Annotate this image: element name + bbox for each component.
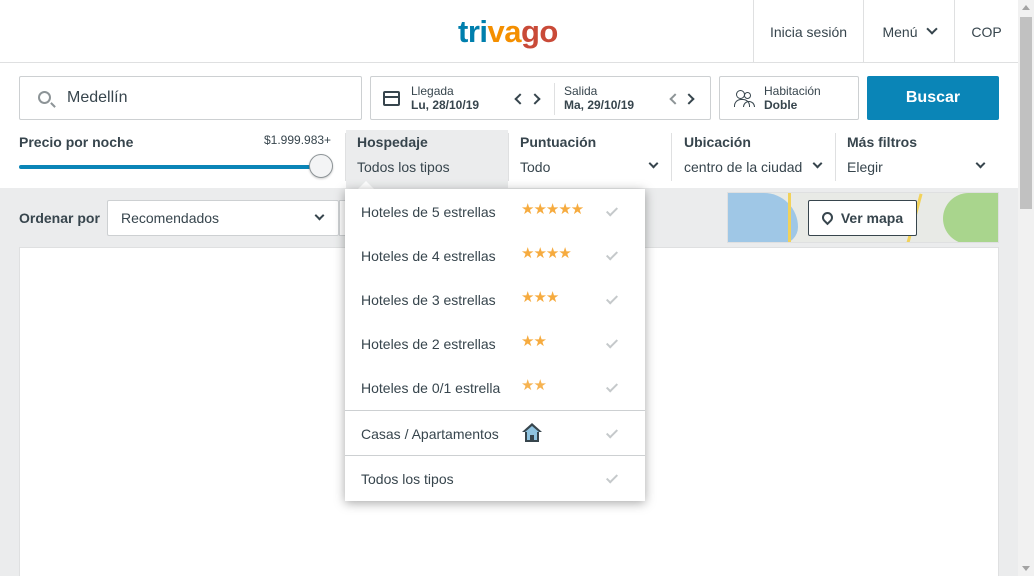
currency-label: COP bbox=[971, 23, 1002, 40]
checkin-prev-arrow-icon[interactable] bbox=[514, 93, 526, 105]
option-label: Todos los tipos bbox=[361, 471, 454, 487]
lodging-option-houses[interactable]: Casas / Apartamentos bbox=[345, 411, 645, 455]
menu-button[interactable]: Menú bbox=[863, 0, 954, 63]
check-icon bbox=[605, 292, 619, 305]
location-value[interactable]: centro de la ciudad bbox=[684, 159, 802, 175]
checkout-value[interactable]: Ma, 29/10/19 bbox=[564, 98, 634, 112]
star-rating-icon: ★★★ bbox=[521, 289, 559, 306]
room-label: Habitación bbox=[764, 84, 821, 98]
sort-value: Recomendados bbox=[121, 210, 220, 226]
sort-label: Ordenar por bbox=[19, 210, 100, 226]
check-icon bbox=[605, 204, 619, 217]
check-icon bbox=[605, 426, 619, 439]
date-picker[interactable]: Llegada Lu, 28/10/19 Salida Ma, 29/10/19 bbox=[370, 76, 711, 120]
star-rating-icon: ★★★★★ bbox=[521, 201, 584, 218]
check-icon bbox=[605, 471, 619, 484]
star-rating-icon: ★★ bbox=[521, 377, 547, 394]
checkout-label: Salida bbox=[564, 84, 598, 98]
currency-button[interactable]: COP bbox=[954, 0, 1018, 63]
star-rating-icon: ★★★★ bbox=[521, 245, 572, 262]
map-pin-icon bbox=[819, 209, 836, 225]
search-area: Medellín Llegada Lu, 28/10/19 Salida Ma,… bbox=[0, 63, 1018, 188]
lodging-value[interactable]: Todos los tipos bbox=[357, 159, 450, 175]
scrollbar-thumb[interactable] bbox=[1020, 17, 1032, 209]
lodging-label: Hospedaje bbox=[357, 134, 428, 150]
lodging-option-4-stars[interactable]: Hoteles de 4 estrellas ★★★★ bbox=[345, 233, 645, 277]
filter-divider bbox=[835, 133, 836, 181]
menu-label: Menú bbox=[882, 23, 918, 40]
destination-value: Medellín bbox=[67, 89, 128, 106]
scroll-down-icon[interactable] bbox=[1022, 566, 1030, 571]
top-header: trivago Inicia sesión Menú COP bbox=[0, 0, 1018, 63]
option-label: Hoteles de 4 estrellas bbox=[361, 248, 496, 264]
search-button-label: Buscar bbox=[905, 89, 961, 106]
trivago-logo[interactable]: trivago bbox=[458, 14, 558, 50]
rating-label: Puntuación bbox=[520, 134, 597, 150]
checkin-value[interactable]: Lu, 28/10/19 bbox=[411, 98, 479, 112]
filter-divider bbox=[671, 133, 672, 181]
chevron-down-icon bbox=[314, 210, 325, 221]
option-label: Casas / Apartamentos bbox=[361, 426, 499, 442]
chevron-down-icon bbox=[925, 23, 938, 35]
house-icon bbox=[522, 423, 542, 443]
chevron-down-icon bbox=[648, 158, 659, 169]
room-value: Doble bbox=[764, 98, 798, 112]
star-rating-icon: ★★ bbox=[521, 333, 547, 350]
option-label: Hoteles de 2 estrellas bbox=[361, 336, 496, 352]
search-icon bbox=[38, 91, 51, 104]
destination-input[interactable]: Medellín bbox=[19, 76, 362, 120]
view-map-label: Ver mapa bbox=[840, 210, 904, 226]
checkin-next-arrow-icon[interactable] bbox=[529, 93, 541, 105]
lodging-option-3-stars[interactable]: Hoteles de 3 estrellas ★★★ bbox=[345, 277, 645, 321]
lodging-option-5-stars[interactable]: Hoteles de 5 estrellas ★★★★★ bbox=[345, 189, 645, 233]
scroll-up-icon[interactable] bbox=[1022, 5, 1030, 10]
filter-divider bbox=[508, 133, 509, 181]
option-label: Hoteles de 5 estrellas bbox=[361, 204, 496, 220]
calendar-icon bbox=[383, 91, 400, 106]
checkout-prev-arrow-icon[interactable] bbox=[669, 93, 681, 105]
price-slider-handle[interactable] bbox=[309, 154, 333, 178]
rating-value[interactable]: Todo bbox=[520, 159, 550, 175]
checkout-next-arrow-icon[interactable] bbox=[683, 93, 695, 105]
location-label: Ubicación bbox=[684, 134, 751, 150]
chevron-down-icon bbox=[812, 158, 823, 169]
lodging-option-0-1-stars[interactable]: Hoteles de 0/1 estrella ★★ bbox=[345, 365, 645, 409]
filter-divider bbox=[345, 133, 346, 181]
more-filters-value[interactable]: Elegir bbox=[847, 159, 883, 175]
check-icon bbox=[605, 336, 619, 349]
price-label: Precio por noche bbox=[19, 134, 134, 150]
option-label: Hoteles de 3 estrellas bbox=[361, 292, 496, 308]
option-label: Hoteles de 0/1 estrella bbox=[361, 380, 501, 396]
check-icon bbox=[605, 380, 619, 393]
room-selector[interactable]: Habitación Doble bbox=[719, 76, 859, 120]
search-button[interactable]: Buscar bbox=[867, 76, 999, 120]
lodging-option-2-stars[interactable]: Hoteles de 2 estrellas ★★ bbox=[345, 321, 645, 365]
more-filters-label: Más filtros bbox=[847, 134, 918, 150]
chevron-down-icon bbox=[975, 158, 986, 169]
guests-icon bbox=[734, 90, 756, 108]
login-label: Inicia sesión bbox=[769, 23, 848, 40]
price-max-value: $1.999.983+ bbox=[264, 133, 332, 147]
price-slider-track[interactable] bbox=[19, 165, 321, 169]
lodging-option-all[interactable]: Todos los tipos bbox=[345, 456, 645, 500]
checkin-label: Llegada bbox=[411, 84, 454, 98]
view-map-button[interactable]: Ver mapa bbox=[808, 200, 917, 236]
scrollbar[interactable] bbox=[1018, 0, 1034, 576]
sort-select[interactable]: Recomendados bbox=[107, 200, 339, 236]
date-divider bbox=[554, 83, 555, 115]
login-button[interactable]: Inicia sesión bbox=[753, 0, 863, 63]
check-icon bbox=[605, 248, 619, 261]
lodging-dropdown: Hoteles de 5 estrellas ★★★★★ Hoteles de … bbox=[345, 189, 645, 501]
